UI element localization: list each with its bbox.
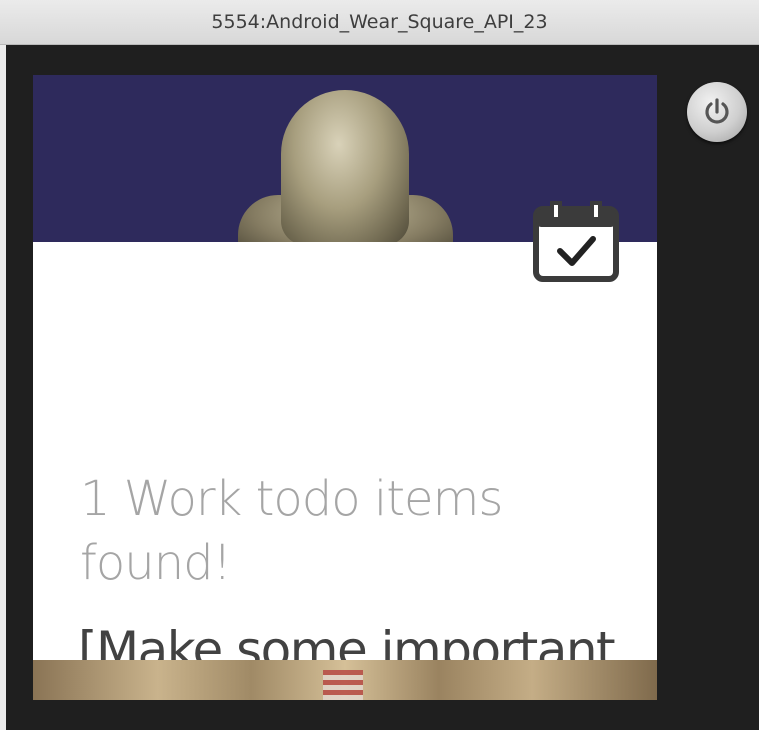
- flag-image: [323, 670, 363, 700]
- watch-screen[interactable]: 1 Work todo items found! [Make some impo…: [33, 75, 657, 700]
- notification-title: 1 Work todo items found!: [80, 471, 503, 591]
- power-icon: [705, 98, 729, 124]
- capitol-dome: [281, 90, 409, 245]
- window-title-bar: 5554:Android_Wear_Square_API_23: [0, 0, 759, 45]
- power-button[interactable]: [687, 82, 747, 142]
- calendar-check-icon: [533, 201, 619, 282]
- window-title: 5554:Android_Wear_Square_API_23: [211, 11, 548, 33]
- notification-card[interactable]: 1 Work todo items found! [Make some impo…: [33, 242, 657, 700]
- wallpaper-bottom: [33, 660, 657, 700]
